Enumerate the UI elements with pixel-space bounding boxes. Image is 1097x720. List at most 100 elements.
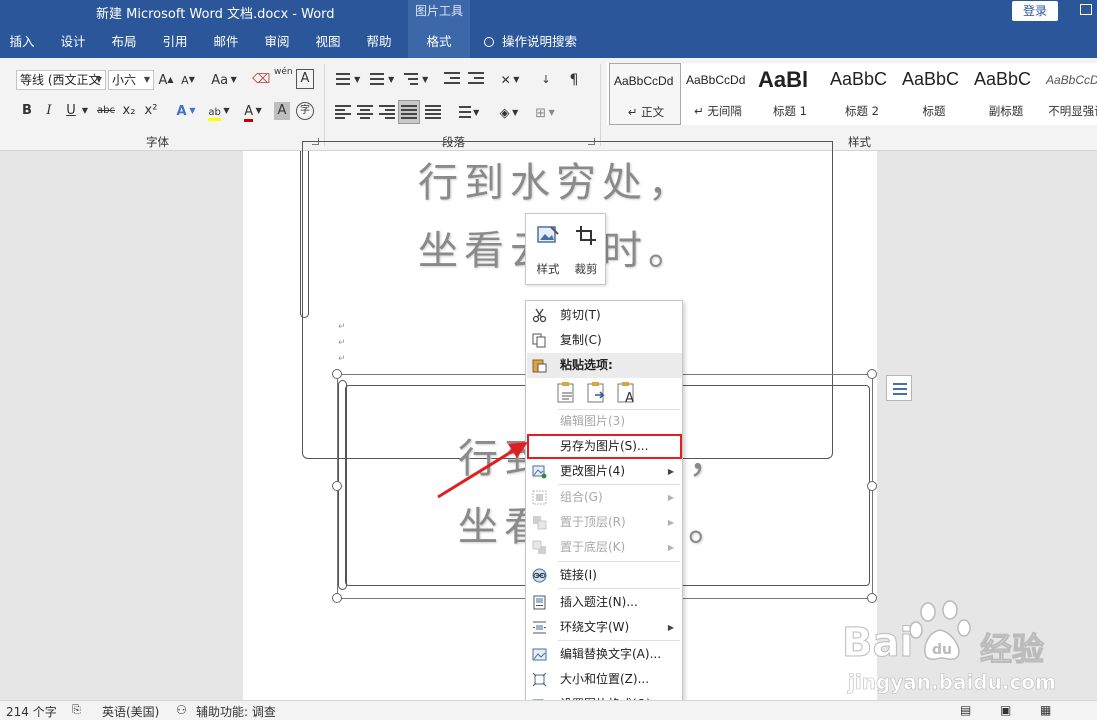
style-name: 副标题: [988, 104, 1024, 118]
clear-formatting-icon[interactable]: ⌫: [252, 69, 270, 91]
increase-indent-button[interactable]: [466, 69, 486, 91]
paste-icon: [532, 359, 547, 373]
accessibility-status[interactable]: 辅助功能: 调查: [196, 703, 276, 720]
tab-design[interactable]: 设计: [48, 26, 98, 58]
paste-text-only-icon[interactable]: A: [616, 381, 638, 405]
enclose-characters-button[interactable]: 字: [296, 102, 314, 120]
language-status[interactable]: 英语(美国): [102, 703, 159, 720]
layout-options-icon[interactable]: [886, 375, 912, 401]
menu-item-wrap-text[interactable]: 环绕文字(W) ▶: [527, 615, 682, 640]
tab-review[interactable]: 审阅: [252, 26, 302, 58]
numbering-button[interactable]: ▼: [368, 69, 396, 91]
italic-button[interactable]: I: [40, 100, 58, 122]
style-heading-2[interactable]: AaBbC 标题 2: [826, 63, 898, 125]
web-layout-icon[interactable]: ▦: [1040, 703, 1051, 717]
menu-item-label: 大小和位置(Z)...: [560, 672, 650, 686]
menu-item-copy[interactable]: 复制(C): [527, 328, 682, 353]
bold-button[interactable]: B: [18, 100, 36, 122]
menu-item-save-as-picture[interactable]: 另存为图片(S)...: [527, 434, 682, 459]
font-group-label: 字体: [146, 135, 169, 149]
tab-layout[interactable]: 布局: [100, 26, 148, 58]
menu-item-change-picture[interactable]: 更改图片(4) ▶: [527, 459, 682, 484]
tab-references[interactable]: 引用: [150, 26, 200, 58]
paste-keep-source-icon[interactable]: [556, 381, 578, 405]
char-border-button[interactable]: A: [296, 69, 314, 89]
mini-toolbar: 样式 裁剪: [525, 213, 606, 285]
grow-font-button[interactable]: A▲: [158, 69, 174, 91]
style-subtle-emphasis[interactable]: AaBbCcDd 不明显强调: [1042, 63, 1097, 125]
link-icon: [532, 568, 547, 583]
login-button[interactable]: 登录: [1012, 1, 1058, 21]
align-right-button[interactable]: [378, 102, 396, 124]
tab-help[interactable]: 帮助: [354, 26, 404, 58]
crop-button[interactable]: 裁剪: [568, 220, 604, 280]
tab-view[interactable]: 视图: [304, 26, 352, 58]
borders-icon: ⊞: [535, 106, 547, 121]
tab-mailings[interactable]: 邮件: [202, 26, 250, 58]
proofing-icon[interactable]: ⎘: [72, 703, 81, 717]
style-no-spacing[interactable]: AaBbCcDd ↵ 无间隔: [682, 63, 754, 125]
menu-item-insert-caption[interactable]: 插入题注(N)...: [527, 590, 682, 615]
resize-handle-top-right[interactable]: [867, 369, 877, 379]
tab-insert[interactable]: 插入: [0, 26, 44, 58]
lightbulb-icon: [484, 37, 494, 47]
sort-icon[interactable]: ↓: [536, 69, 556, 91]
align-left-button[interactable]: [334, 102, 352, 124]
char-shading-button[interactable]: A: [274, 102, 290, 120]
strikethrough-button[interactable]: abc: [94, 100, 118, 122]
style-sample: AaBbCcDd: [614, 74, 674, 88]
chevron-down-icon[interactable]: ▼: [80, 100, 90, 122]
tell-me-label: 操作说明搜索: [502, 34, 578, 49]
restore-window-icon[interactable]: [1080, 4, 1092, 15]
menu-item-label: 编辑图片(3): [560, 414, 625, 428]
resize-handle-top-left[interactable]: [332, 369, 342, 379]
tell-me-search[interactable]: 操作说明搜索: [484, 26, 577, 58]
style-title[interactable]: AaBbC 标题: [898, 63, 970, 125]
asian-layout-button[interactable]: ✕ ▼: [496, 69, 524, 91]
underline-button[interactable]: U: [62, 100, 80, 122]
text-effects-button[interactable]: A ▼: [172, 100, 200, 122]
shading-button[interactable]: ◈ ▼: [494, 102, 524, 124]
chevron-down-icon[interactable]: ▼: [144, 71, 150, 89]
resize-handle-bottom-left[interactable]: [332, 593, 342, 603]
tab-format[interactable]: 格式: [408, 26, 470, 58]
resize-handle-bottom-right[interactable]: [867, 593, 877, 603]
word-count[interactable]: 214 个字: [6, 703, 57, 720]
change-case-button[interactable]: Aa ▼: [208, 69, 240, 91]
print-layout-icon[interactable]: ▣: [1000, 703, 1011, 717]
superscript-button[interactable]: x²: [142, 100, 160, 122]
style-normal[interactable]: AaBbCcDd ↵ 正文: [609, 63, 681, 125]
read-mode-icon[interactable]: ▤: [960, 703, 971, 717]
line-spacing-icon: [455, 105, 471, 119]
font-size-combo[interactable]: 小六 ▼: [108, 70, 154, 90]
resize-handle-middle-left[interactable]: [332, 481, 342, 491]
phonetic-guide-button[interactable]: wén: [274, 66, 293, 88]
menu-item-label: 环绕文字(W): [560, 620, 630, 634]
show-marks-icon[interactable]: ¶: [566, 69, 582, 91]
align-center-button[interactable]: [356, 102, 374, 124]
menu-item-link[interactable]: 链接(I): [527, 563, 682, 588]
shrink-font-button[interactable]: A▼: [180, 69, 196, 91]
subscript-button[interactable]: x₂: [120, 100, 138, 122]
accessibility-icon: ⚇: [176, 703, 187, 717]
distributed-button[interactable]: [424, 102, 442, 124]
borders-button[interactable]: ⊞ ▼: [530, 102, 560, 124]
menu-item-cut[interactable]: 剪切(T): [527, 303, 682, 328]
paste-merge-format-icon[interactable]: [586, 381, 608, 405]
font-name-combo[interactable]: 等线 (西文正文 ▼: [16, 70, 106, 90]
picture-style-button[interactable]: 样式: [530, 220, 566, 280]
bullets-button[interactable]: ▼: [334, 69, 362, 91]
font-color-button[interactable]: A ▼: [238, 100, 268, 122]
chevron-down-icon[interactable]: ▼: [96, 71, 102, 89]
justify-button[interactable]: [398, 100, 420, 124]
style-subtitle[interactable]: AaBbC 副标题: [970, 63, 1042, 125]
group-divider: [324, 64, 325, 146]
multilevel-list-button[interactable]: ▼: [402, 69, 430, 91]
resize-handle-middle-right[interactable]: [867, 481, 877, 491]
menu-item-edit-alt-text[interactable]: 编辑替换文字(A)...: [527, 642, 682, 667]
decrease-indent-button[interactable]: [442, 69, 462, 91]
style-heading-1[interactable]: AaBl 标题 1: [754, 63, 826, 125]
menu-item-size-position[interactable]: 大小和位置(Z)...: [527, 667, 682, 692]
highlight-color-button[interactable]: ab ▼: [204, 100, 234, 122]
line-spacing-button[interactable]: ▼: [452, 102, 482, 124]
